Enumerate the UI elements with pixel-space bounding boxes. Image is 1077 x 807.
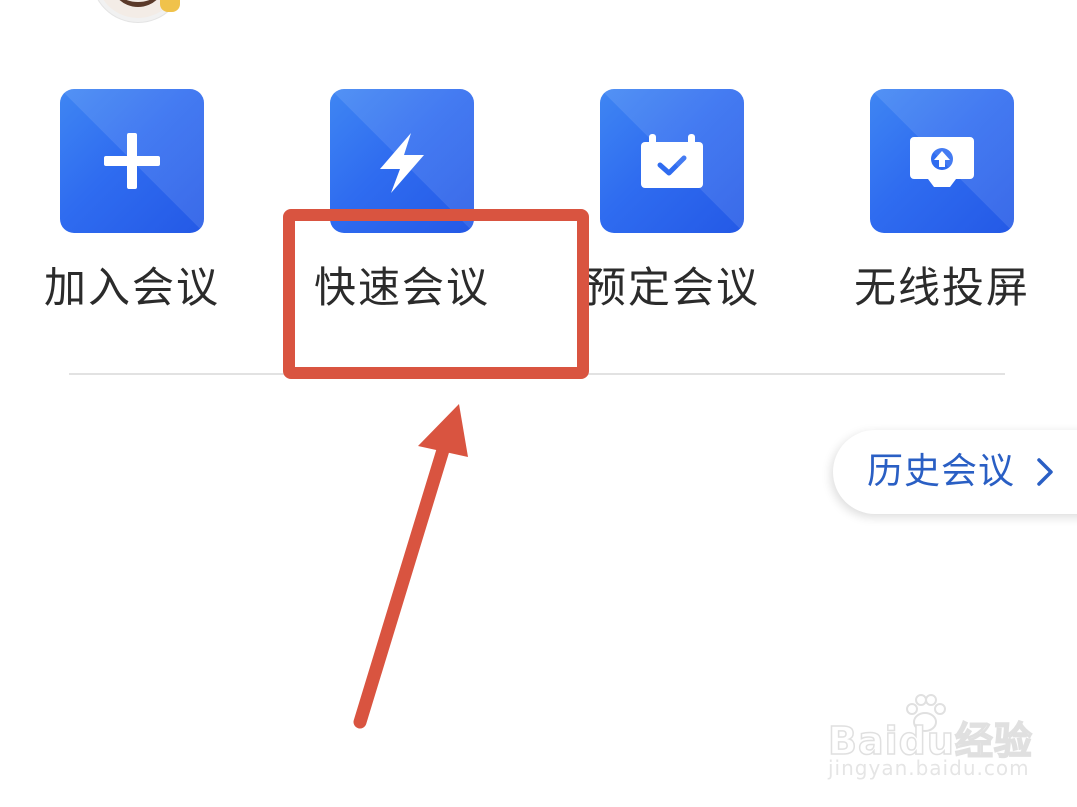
chevron-right-icon [1037,458,1053,486]
wireless-cast-button[interactable] [870,89,1014,233]
screen-upload-icon [910,137,974,187]
wireless-cast-label[interactable]: 无线投屏 [832,258,1052,318]
watermark-url: jingyan.baidu.com [828,756,1030,780]
avatar-badge-icon [160,0,180,12]
calendar-check-icon [641,134,703,188]
history-meetings-button[interactable]: 历史会议 [833,430,1077,514]
baidu-watermark: Baidu经验 jingyan.baidu.com [822,690,1052,790]
annotation-highlight-box [283,209,589,379]
meeting-home-screen: 加入会议 快速会议 预定会议 无线投屏 历史会议 Baidu经验 jingyan… [0,0,1077,807]
join-meeting-button[interactable] [60,89,204,233]
avatar-face-icon [110,0,166,7]
schedule-meeting-button[interactable] [600,89,744,233]
schedule-meeting-label[interactable]: 预定会议 [562,258,782,318]
history-meetings-label: 历史会议 [867,451,1016,492]
plus-icon [104,133,160,189]
join-meeting-label[interactable]: 加入会议 [22,258,242,318]
